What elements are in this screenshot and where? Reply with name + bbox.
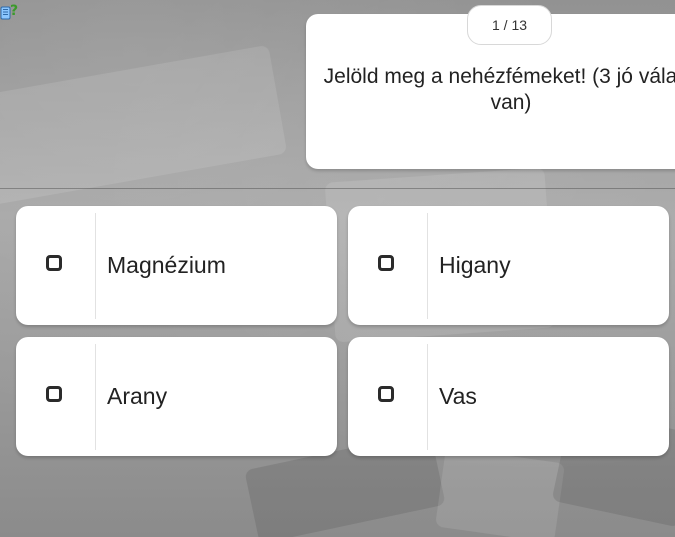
answer-option-arany[interactable]: Arany xyxy=(16,337,337,456)
answer-option-vas[interactable]: Vas xyxy=(348,337,669,456)
question-card: 1 / 13 Jelöld meg a nehézfémeket! (3 jó … xyxy=(306,5,675,169)
background-shape xyxy=(435,447,565,537)
option-separator xyxy=(427,213,428,319)
option-separator xyxy=(427,344,428,450)
checkbox-empty-icon[interactable] xyxy=(46,255,62,271)
checkbox-area[interactable] xyxy=(16,337,96,456)
answer-label: Higany xyxy=(439,252,511,278)
checkbox-area[interactable] xyxy=(348,206,428,325)
option-separator xyxy=(95,213,96,319)
checkbox-area[interactable] xyxy=(16,206,96,325)
background-divider xyxy=(0,188,675,189)
svg-text:?: ? xyxy=(10,3,18,19)
background-shape xyxy=(0,44,288,206)
checkbox-area[interactable] xyxy=(348,337,428,456)
answer-label: Magnézium xyxy=(107,252,226,278)
answer-label: Arany xyxy=(107,383,168,409)
option-separator xyxy=(95,344,96,450)
checkbox-empty-icon[interactable] xyxy=(378,255,394,271)
answer-label: Vas xyxy=(439,383,477,409)
question-counter: 1 / 13 xyxy=(467,5,552,45)
help-question-icon[interactable]: ? xyxy=(0,0,22,22)
question-text: Jelöld meg a nehézfémeket! (3 jó válasz … xyxy=(323,65,675,114)
answer-option-magnezium[interactable]: Magnézium xyxy=(16,206,337,325)
checkbox-empty-icon[interactable] xyxy=(46,386,62,402)
answer-option-higany[interactable]: Higany xyxy=(348,206,669,325)
checkbox-empty-icon[interactable] xyxy=(378,386,394,402)
